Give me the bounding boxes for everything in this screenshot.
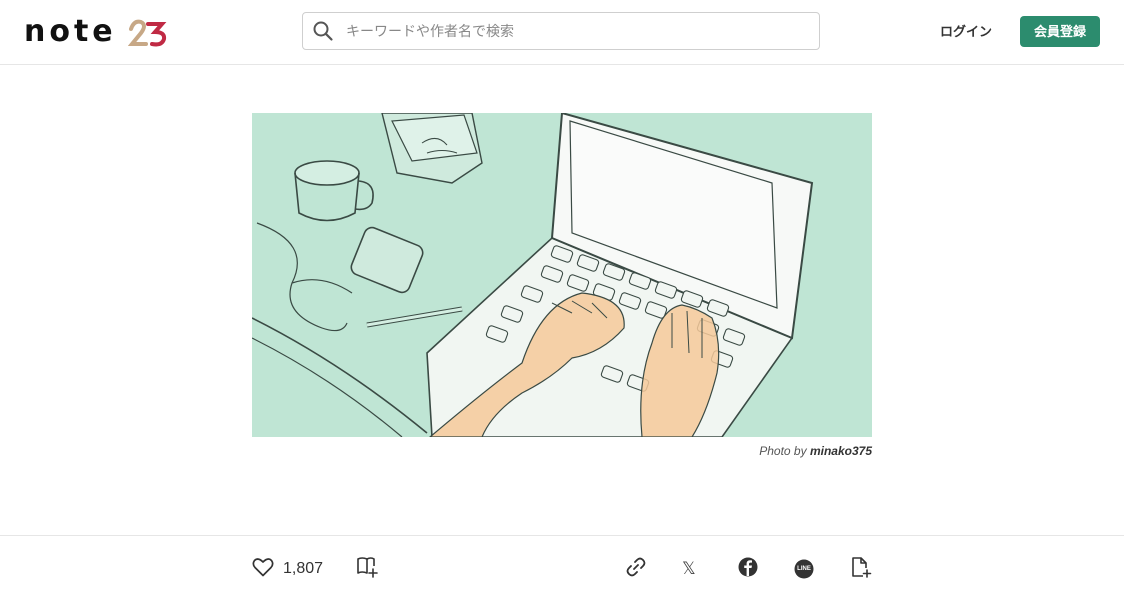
heart-icon bbox=[252, 557, 274, 582]
photo-credit: Photo by minako375 bbox=[652, 444, 872, 458]
note-logo[interactable]: note bbox=[24, 14, 167, 49]
share-facebook-button[interactable] bbox=[738, 556, 758, 582]
copy-link-button[interactable] bbox=[625, 556, 647, 582]
line-icon-label: LINE bbox=[797, 566, 811, 572]
share-line-button[interactable]: LINE bbox=[794, 556, 814, 582]
login-button[interactable]: ログイン bbox=[932, 18, 1000, 46]
facebook-icon bbox=[738, 557, 758, 582]
credit-prefix: Photo by bbox=[759, 444, 807, 458]
search-input[interactable] bbox=[344, 12, 819, 50]
site-header: note ログイン 会員登録 bbox=[0, 0, 1124, 65]
search-icon bbox=[312, 20, 334, 42]
signup-button[interactable]: 会員登録 bbox=[1020, 16, 1100, 47]
link-icon bbox=[625, 556, 647, 583]
hero-image bbox=[252, 113, 872, 437]
like-button[interactable]: 1,807 bbox=[252, 556, 323, 582]
credit-author[interactable]: minako375 bbox=[810, 444, 872, 458]
x-icon: 𝕏 bbox=[682, 559, 696, 579]
line-icon: LINE bbox=[794, 559, 814, 579]
add-to-note-button[interactable] bbox=[850, 556, 872, 582]
magazine-add-icon bbox=[356, 556, 380, 583]
like-count: 1,807 bbox=[283, 560, 324, 577]
action-bar: 1,807 𝕏 LINE bbox=[0, 535, 1124, 601]
logo-text: note bbox=[24, 14, 117, 49]
add-to-magazine-button[interactable] bbox=[356, 556, 380, 582]
note-add-icon bbox=[850, 556, 872, 583]
laptop-typing-illustration bbox=[252, 113, 872, 437]
search-box[interactable] bbox=[302, 12, 820, 50]
year-badge-icon bbox=[128, 19, 167, 47]
share-x-button[interactable]: 𝕏 bbox=[682, 556, 696, 582]
